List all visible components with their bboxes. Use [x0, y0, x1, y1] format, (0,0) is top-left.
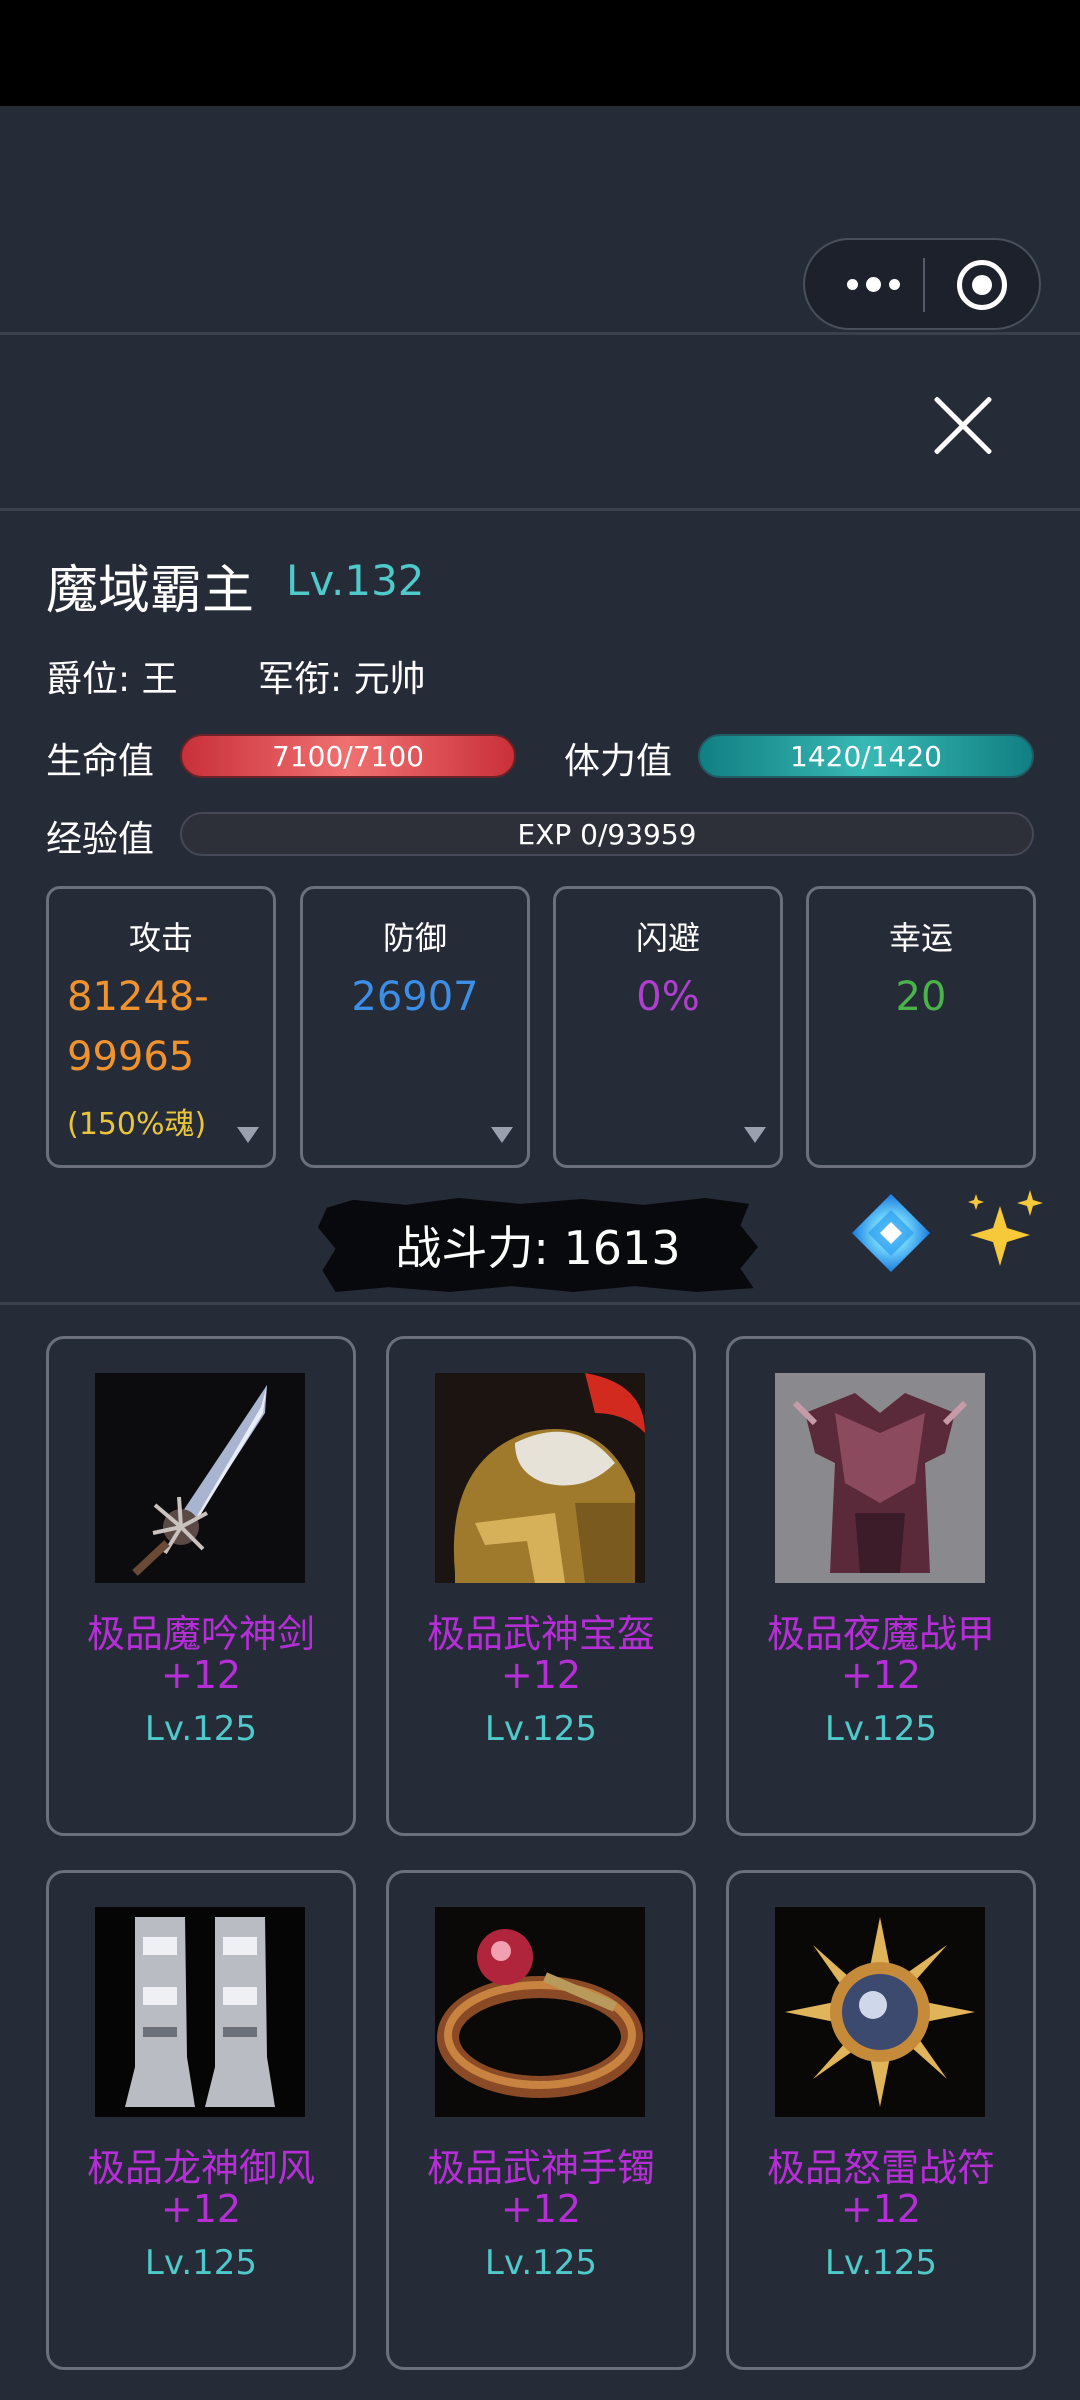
chevron-down-icon: [744, 1127, 766, 1143]
equipment-card-helmet[interactable]: 极品武神宝盔 +12 Lv.125: [386, 1336, 696, 1836]
exp-label: 经验值: [46, 819, 155, 860]
equipment-plus: +12: [160, 2187, 242, 2231]
equipment-level: Lv.125: [484, 1709, 598, 1749]
close-icon[interactable]: [932, 394, 994, 456]
equipment-plus: +12: [840, 1653, 922, 1697]
stat-value: 81248- 99965: [67, 967, 209, 1087]
mini-program-capsule: [803, 238, 1041, 330]
hp-value: 7100/7100: [272, 739, 424, 773]
stamina-value: 1420/1420: [790, 739, 942, 773]
player-level: Lv.132: [286, 556, 425, 605]
sword-icon: [95, 1373, 305, 1583]
stat-label: 防御: [382, 919, 447, 957]
divider: [0, 332, 1080, 335]
more-dots-icon[interactable]: [833, 240, 913, 328]
equipment-name: 极品武神手镯: [426, 2146, 655, 2190]
stat-label: 攻击: [128, 919, 193, 957]
equipment-plus: +12: [500, 1653, 582, 1697]
helmet-icon: [435, 1373, 645, 1583]
equipment-name: 极品怒雷战符: [766, 2146, 995, 2190]
soul-bonus: (150%魂): [67, 1107, 207, 1142]
equipment-name: 极品龙神御风: [86, 2146, 315, 2190]
hp-label: 生命值: [46, 741, 155, 782]
exp-value: EXP 0/93959: [517, 817, 697, 851]
equipment-card-bracelet[interactable]: 极品武神手镯 +12 Lv.125: [386, 1870, 696, 2370]
divider: [0, 508, 1080, 511]
military-title-label: 军衔: 元帅: [258, 659, 426, 700]
stat-label: 幸运: [888, 919, 953, 957]
stat-label: 闪避: [635, 919, 700, 957]
equipment-level: Lv.125: [144, 1709, 258, 1749]
equipment-plus: +12: [840, 2187, 922, 2231]
equipment-card-armor[interactable]: 极品夜魔战甲 +12 Lv.125: [726, 1336, 1036, 1836]
exp-bar: EXP 0/93959: [180, 812, 1034, 856]
stamina-label: 体力值: [564, 741, 673, 782]
equipment-level: Lv.125: [824, 2243, 938, 2283]
equipment-level: Lv.125: [824, 1709, 938, 1749]
stat-value: 20: [895, 974, 947, 1020]
stat-value: 0%: [636, 974, 700, 1020]
attack-min: 81248-: [67, 974, 209, 1020]
stat-attack[interactable]: 攻击 81248- 99965 (150%魂): [46, 886, 276, 1168]
combat-power-text: 战斗力: 1613: [395, 1221, 681, 1275]
blue-gem-icon[interactable]: [850, 1192, 932, 1274]
player-name: 魔域霸主: [46, 561, 255, 621]
equipment-card-weapon[interactable]: 极品魔吟神剑 +12 Lv.125: [46, 1336, 356, 1836]
chevron-down-icon: [491, 1127, 513, 1143]
sparkles-icon[interactable]: [960, 1186, 1050, 1276]
equipment-level: Lv.125: [144, 2243, 258, 2283]
amulet-icon: [775, 1907, 985, 2117]
capsule-divider: [923, 258, 925, 312]
target-circle-icon[interactable]: [957, 260, 1007, 310]
stat-defense[interactable]: 防御 26907: [300, 886, 530, 1168]
chevron-down-icon: [237, 1127, 259, 1143]
armor-icon: [775, 1373, 985, 1583]
equipment-level: Lv.125: [484, 2243, 598, 2283]
status-bar: [0, 0, 1080, 106]
rank-label: 爵位: 王: [46, 659, 178, 700]
equipment-plus: +12: [500, 2187, 582, 2231]
hp-bar: 7100/7100: [180, 734, 516, 778]
stamina-bar: 1420/1420: [698, 734, 1034, 778]
equipment-name: 极品武神宝盔: [426, 1612, 655, 1656]
divider: [0, 1302, 1080, 1305]
stat-dodge[interactable]: 闪避 0%: [553, 886, 783, 1168]
equipment-card-boots[interactable]: 极品龙神御风 +12 Lv.125: [46, 1870, 356, 2370]
equipment-plus: +12: [160, 1653, 242, 1697]
stat-luck[interactable]: 幸运 20: [806, 886, 1036, 1168]
combat-power-banner: 战斗力: 1613: [318, 1197, 758, 1293]
equipment-card-amulet[interactable]: 极品怒雷战符 +12 Lv.125: [726, 1870, 1036, 2370]
equipment-name: 极品魔吟神剑: [86, 1612, 315, 1656]
attack-max: 99965: [67, 1034, 195, 1080]
equipment-name: 极品夜魔战甲: [766, 1612, 995, 1656]
stat-value: 26907: [351, 974, 479, 1020]
bracelet-icon: [435, 1907, 645, 2117]
boots-icon: [95, 1907, 305, 2117]
